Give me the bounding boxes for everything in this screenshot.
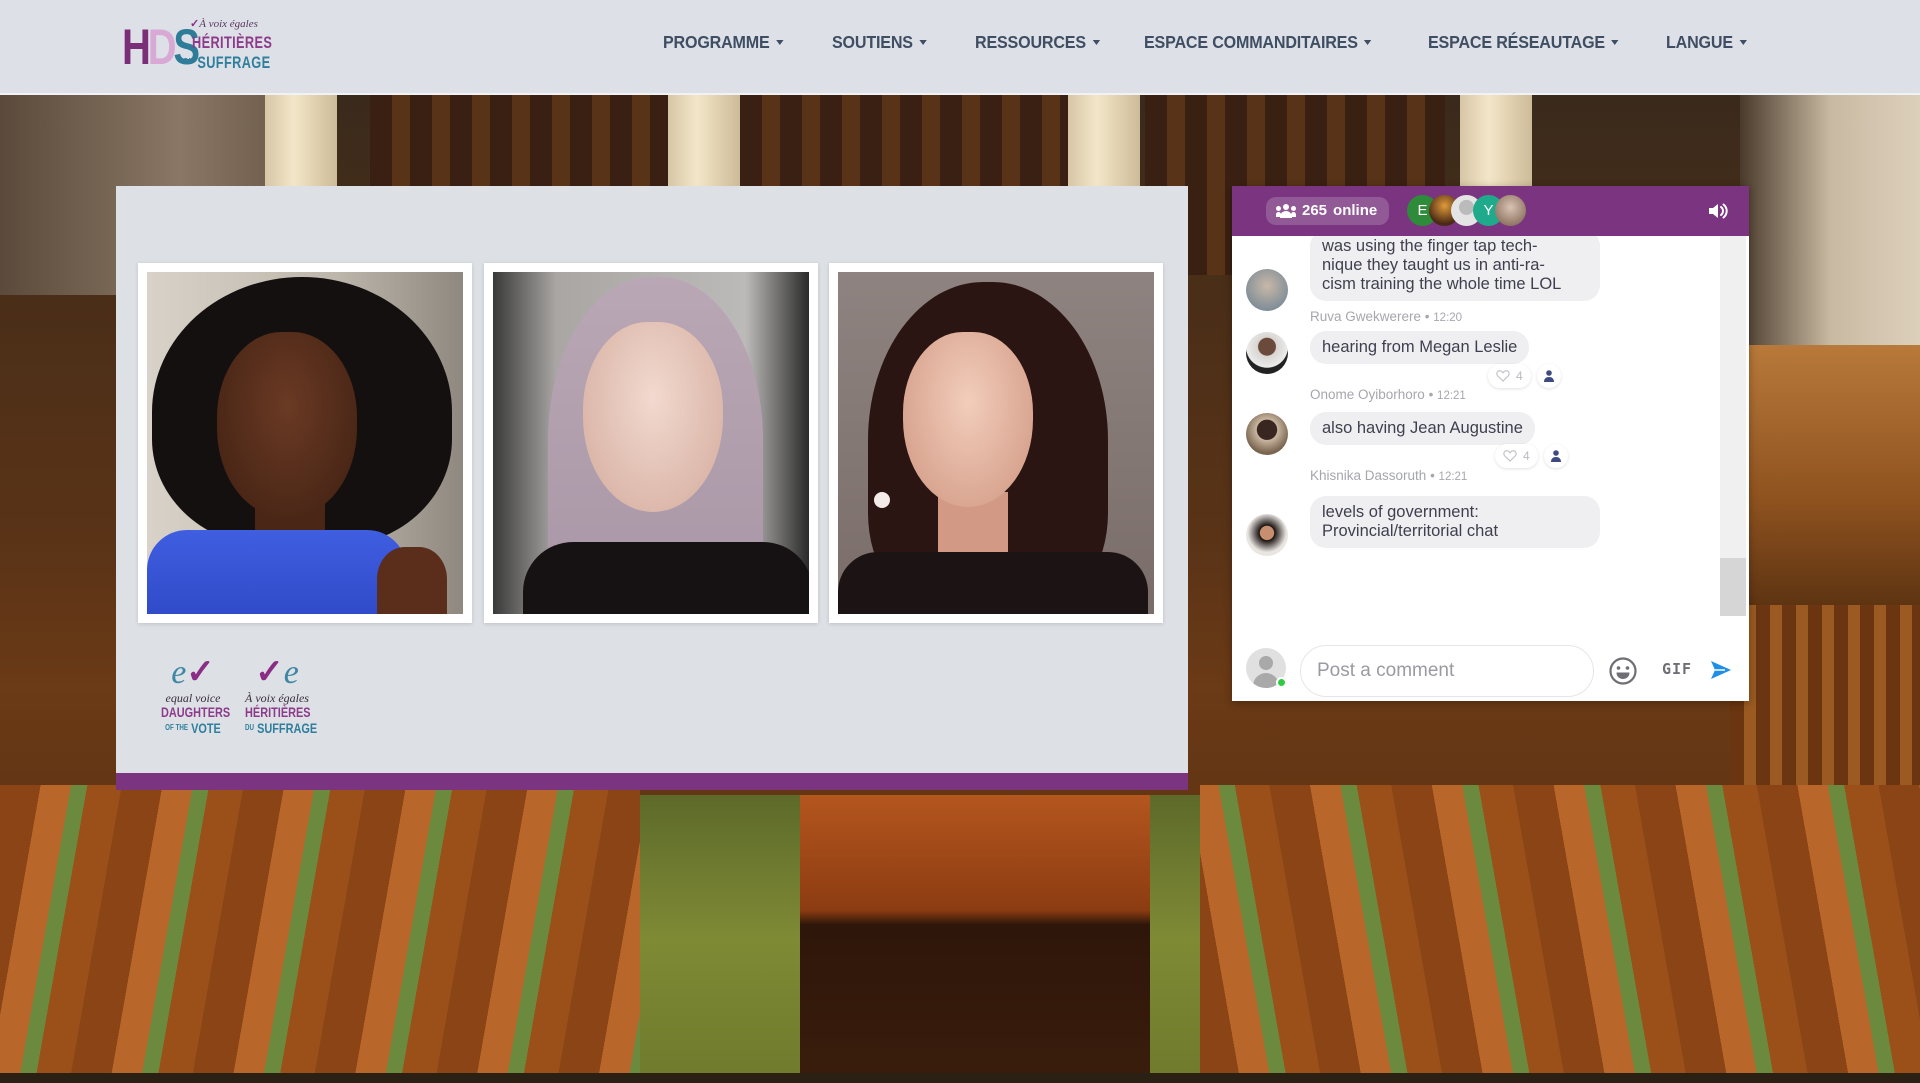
voix-egales-logo: ✓e À voix égales HÉRITIÈRES DU SUFFRAGE [245, 654, 318, 736]
online-count: 265 [1302, 202, 1328, 219]
online-status-dot [1276, 677, 1287, 688]
like-count: 4 [1523, 449, 1530, 463]
participant-video-tile[interactable] [829, 263, 1163, 623]
participant-video-feed [147, 272, 463, 614]
user-icon [1543, 370, 1554, 382]
nav-ressources[interactable]: RESSOURCES [975, 32, 1100, 53]
participant-video-feed [838, 272, 1154, 614]
chat-header: 265 online E Y [1232, 186, 1749, 236]
background-desks-right [1200, 785, 1920, 1083]
caret-down-icon [1364, 40, 1372, 45]
message-meta: Onome Oyiborhoro • 12:21 [1310, 387, 1466, 402]
chat-scrollbar-thumb[interactable] [1720, 558, 1746, 616]
like-button[interactable]: 4 [1488, 364, 1531, 388]
message-author[interactable]: Khisnika Dassoruth [1310, 468, 1426, 483]
heart-icon [1503, 450, 1517, 462]
online-count-badge[interactable]: 265 online [1266, 197, 1390, 225]
checkmark-icon: ✓ [255, 654, 284, 691]
user-icon [1550, 450, 1561, 462]
equal-voice-logo: e✓ equal voice DAUGHTERS OF THE VOTE [161, 654, 231, 736]
nav-espace-commanditaires[interactable]: ESPACE COMMANDITAIRES [1144, 32, 1372, 53]
user-reaction-button[interactable] [1536, 364, 1561, 388]
partner-logos: e✓ equal voice DAUGHTERS OF THE VOTE ✓e … [152, 654, 332, 754]
online-avatars[interactable]: E Y [1407, 195, 1526, 227]
message-author[interactable]: Ruva Gwekwerere [1310, 309, 1421, 324]
caret-down-icon [776, 40, 784, 45]
online-label: online [1333, 202, 1378, 219]
background-desks-left [0, 785, 640, 1083]
caret-down-icon [1739, 40, 1747, 45]
nav-espace-reseautage[interactable]: ESPACE RÉSEAUTAGE [1428, 32, 1619, 53]
video-stage: e✓ equal voice DAUGHTERS OF THE VOTE ✓e … [116, 186, 1188, 790]
avatar[interactable] [1246, 269, 1288, 311]
message-author[interactable]: Onome Oyiborhoro [1310, 387, 1425, 402]
send-icon[interactable] [1710, 660, 1732, 680]
like-button[interactable]: 4 [1495, 444, 1538, 468]
logo-tagline: ✓À voix égales [190, 18, 258, 30]
message-time: 12:21 [1438, 471, 1468, 483]
chat-composer: GIF [1232, 626, 1749, 701]
message-time: 12:21 [1437, 390, 1466, 402]
message-meta: Ruva Gwekwerere • 12:20 [1310, 309, 1463, 324]
background-stone-wall [1740, 95, 1920, 345]
avatar[interactable] [1246, 332, 1288, 374]
stage-bottom-bar [116, 773, 1188, 790]
participant-video-feed [493, 272, 809, 614]
site-header: HDS ✓À voix égales HÉRITIÈRES DU SUFFRAG… [0, 0, 1920, 95]
site-logo[interactable]: HDS ✓À voix égales HÉRITIÈRES DU SUFFRAG… [122, 17, 272, 77]
background-curtains [1730, 605, 1920, 805]
message-meta: Khisnika Dassoruth • 12:21 [1310, 468, 1468, 483]
avatar[interactable] [1246, 514, 1288, 556]
message-time: 12:20 [1433, 312, 1463, 324]
avatar [1495, 195, 1526, 226]
emoji-icon[interactable] [1608, 656, 1638, 686]
message-bubble: levels of government: Provincial/territo… [1310, 496, 1600, 548]
nav-langue[interactable]: LANGUE [1666, 32, 1747, 53]
background-balcony [1730, 345, 1920, 605]
users-icon [1276, 204, 1296, 218]
user-reaction-button[interactable] [1543, 444, 1568, 468]
chat-messages: was using the finger tap tech- nique the… [1232, 236, 1718, 626]
checkmark-icon: ✓ [190, 18, 200, 30]
background-bottom-strip [0, 1073, 1920, 1083]
participant-video-tile[interactable] [484, 263, 818, 623]
participant-video-tile[interactable] [138, 263, 472, 623]
chat-scrollbar[interactable] [1720, 236, 1746, 616]
like-count: 4 [1516, 369, 1523, 383]
caret-down-icon [1092, 40, 1100, 45]
chat-panel: 265 online E Y was using the finger tap … [1232, 186, 1749, 701]
nav-soutiens[interactable]: SOUTIENS [832, 32, 927, 53]
caret-down-icon [1611, 40, 1619, 45]
logo-line-2: DU SUFFRAGE [184, 53, 271, 72]
nav-programme[interactable]: PROGRAMME [663, 32, 784, 53]
comment-input[interactable] [1300, 645, 1594, 697]
background-table [800, 795, 1150, 1083]
avatar[interactable] [1246, 413, 1288, 455]
checkmark-icon: ✓ [186, 654, 215, 691]
message-bubble: also having Jean Augustine [1310, 412, 1535, 445]
heart-icon [1496, 370, 1510, 382]
caret-down-icon [919, 40, 927, 45]
message-bubble: was using the finger tap tech- nique the… [1310, 236, 1600, 301]
logo-line-1: HÉRITIÈRES [192, 33, 273, 52]
message-bubble: hearing from Megan Leslie [1310, 331, 1530, 364]
speaker-icon[interactable] [1707, 201, 1729, 221]
gif-button[interactable]: GIF [1662, 660, 1692, 678]
